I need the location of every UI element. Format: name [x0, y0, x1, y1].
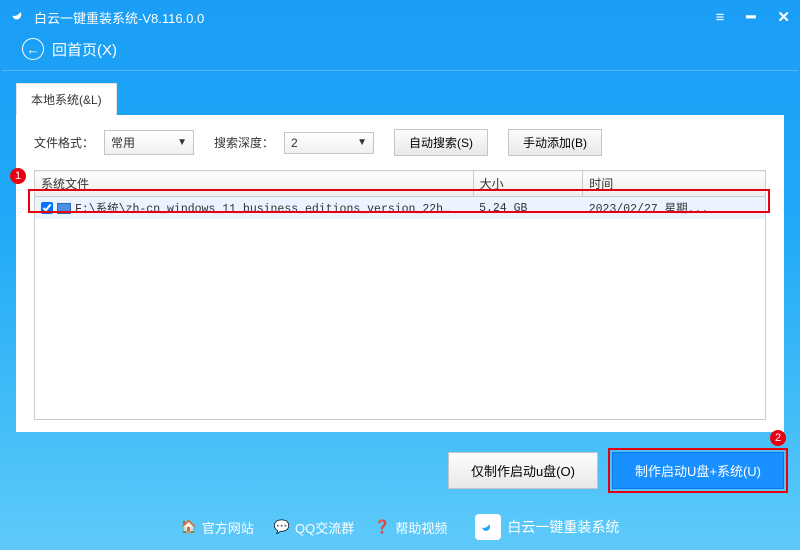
footer-help-video[interactable]: ❓ 帮助视频 — [374, 518, 447, 537]
back-arrow-icon: ← — [22, 38, 44, 60]
col-header-time[interactable]: 时间 — [583, 171, 766, 197]
dove-icon — [10, 6, 28, 29]
footer-brand: 白云一键重装系统 — [475, 514, 619, 540]
row-time: 2023/02/27 星期... — [583, 197, 766, 220]
callout-badge-1: 1 — [10, 168, 26, 184]
back-label: 回首页(X) — [52, 39, 117, 60]
help-icon: ❓ — [374, 519, 390, 535]
row-size: 5.24 GB — [473, 197, 583, 220]
close-icon[interactable]: ✕ — [777, 8, 790, 26]
footer-qq-group[interactable]: 💬 QQ交流群 — [274, 518, 354, 537]
home-icon: 🏠 — [181, 519, 197, 535]
file-format-label: 文件格式： — [34, 134, 94, 151]
chevron-down-icon: ▼ — [177, 137, 187, 148]
tab-local-system[interactable]: 本地系统(&L) — [16, 83, 117, 115]
auto-search-button[interactable]: 自动搜索(S) — [394, 129, 488, 156]
footer: 🏠 官方网站 💬 QQ交流群 ❓ 帮助视频 白云一键重装系统 — [0, 514, 800, 540]
disk-icon — [57, 203, 71, 214]
title-bar: 白云一键重装系统-V8.116.0.0 ≡ ━ ✕ — [0, 0, 800, 34]
chevron-down-icon: ▼ — [357, 137, 367, 148]
file-format-value: 常用 — [111, 134, 135, 151]
menu-icon[interactable]: ≡ — [716, 9, 725, 26]
search-depth-dropdown[interactable]: 2 ▼ — [284, 132, 374, 154]
file-format-dropdown[interactable]: 常用 ▼ — [104, 130, 194, 155]
row-path: F:\系统\zh-cn_windows_11_business_editions… — [75, 200, 455, 216]
search-depth-value: 2 — [291, 136, 298, 150]
window-title: 白云一键重装系统-V8.116.0.0 — [34, 8, 204, 27]
system-files-table: 系统文件 大小 时间 F:\系统\zh-cn_windows_11_busine… — [34, 170, 766, 420]
col-header-file[interactable]: 系统文件 — [35, 171, 474, 197]
row-checkbox[interactable] — [41, 202, 53, 214]
col-header-size[interactable]: 大小 — [473, 171, 583, 197]
manual-add-button[interactable]: 手动添加(B) — [508, 129, 602, 156]
make-boot-only-button[interactable]: 仅制作启动u盘(O) — [448, 452, 598, 489]
table-row[interactable]: F:\系统\zh-cn_windows_11_business_editions… — [35, 197, 766, 220]
callout-badge-2: 2 — [770, 430, 786, 446]
back-button[interactable]: ← 回首页(X) — [2, 34, 798, 71]
search-depth-label: 搜索深度： — [214, 134, 274, 151]
main-panel: 文件格式： 常用 ▼ 搜索深度： 2 ▼ 自动搜索(S) 手动添加(B) 1 系… — [16, 115, 784, 432]
minimize-icon[interactable]: ━ — [746, 8, 755, 26]
dove-icon — [475, 514, 501, 540]
make-boot-with-system-button[interactable]: 制作启动U盘+系统(U) — [612, 452, 784, 489]
chat-icon: 💬 — [274, 519, 290, 535]
footer-official-site[interactable]: 🏠 官方网站 — [181, 518, 254, 537]
